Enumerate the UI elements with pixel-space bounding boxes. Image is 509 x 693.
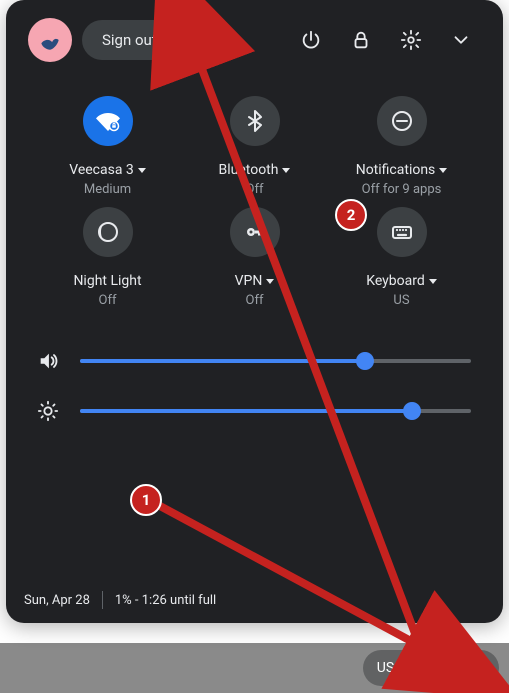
battery-charging-tray-icon	[426, 660, 442, 676]
volume-icon	[37, 350, 59, 372]
volume-button[interactable]	[34, 347, 62, 375]
brightness-slider-fill	[80, 409, 412, 413]
tile-nightlight-sub: Off	[99, 293, 117, 308]
sign-out-button[interactable]: Sign out	[82, 20, 177, 60]
bluetooth-icon-circle	[230, 96, 280, 146]
wifi-icon	[96, 109, 120, 133]
tile-night-light[interactable]: Night Light Off	[34, 207, 181, 308]
tile-bluetooth[interactable]: Bluetooth Off	[181, 96, 328, 197]
lock-icon	[350, 29, 372, 51]
volume-slider-row	[34, 336, 471, 386]
sign-out-label: Sign out	[102, 31, 157, 49]
status-battery: 1% - 1:26 until full	[115, 593, 216, 608]
tile-vpn[interactable]: VPN Off	[181, 207, 328, 308]
system-tray[interactable]: US 09:38	[363, 650, 499, 686]
brightness-icon	[37, 400, 59, 422]
tile-vpn-sub: Off	[246, 293, 264, 308]
annotation-marker-1: 1	[130, 484, 162, 516]
avatar[interactable]	[28, 18, 72, 62]
tile-wifi[interactable]: Veecasa 3 Medium	[34, 96, 181, 197]
status-date: Sun, Apr 28	[24, 593, 90, 608]
caret-icon	[266, 279, 274, 284]
keyboard-icon	[390, 220, 414, 244]
volume-slider-thumb[interactable]	[356, 352, 374, 370]
caret-icon	[138, 168, 146, 173]
annotation-marker-2: 2	[335, 199, 367, 231]
chevron-down-icon	[450, 29, 472, 51]
tile-keyboard-sub: US	[393, 293, 409, 308]
do-not-disturb-icon	[390, 109, 414, 133]
tray-clock: 09:38	[450, 660, 485, 676]
vpn-icon-circle	[230, 207, 280, 257]
brightness-slider-row	[34, 386, 471, 436]
brightness-button[interactable]	[34, 397, 62, 425]
tile-wifi-sub: Medium	[84, 182, 131, 197]
collapse-button[interactable]	[441, 20, 481, 60]
night-light-icon-circle	[83, 207, 133, 257]
keyboard-icon-circle	[377, 207, 427, 257]
avatar-image-icon	[37, 27, 63, 53]
vpn-key-icon	[243, 220, 267, 244]
power-button[interactable]	[291, 20, 331, 60]
brightness-slider-thumb[interactable]	[403, 402, 421, 420]
tile-nightlight-label: Night Light	[73, 273, 141, 289]
caret-icon	[429, 279, 437, 284]
panel-status-bar: Sun, Apr 28 1% - 1:26 until full	[24, 591, 216, 609]
tile-wifi-label: Veecasa 3	[69, 162, 134, 178]
tray-ime: US	[377, 660, 394, 676]
moon-icon	[96, 220, 120, 244]
caret-icon	[282, 168, 290, 173]
quick-settings-panel: Sign out Veecasa 3 Mediu	[6, 0, 503, 623]
tile-bluetooth-label: Bluetooth	[219, 162, 279, 178]
tile-keyboard-label: Keyboard	[366, 273, 425, 289]
settings-button[interactable]	[391, 20, 431, 60]
notifications-icon-circle	[377, 96, 427, 146]
gear-icon	[400, 29, 422, 51]
tile-bluetooth-sub: Off	[246, 182, 264, 197]
bluetooth-icon	[243, 109, 267, 133]
volume-slider-fill	[80, 359, 365, 363]
tile-notifications-sub: Off for 9 apps	[362, 182, 442, 197]
power-icon	[300, 29, 322, 51]
tile-notifications[interactable]: Notifications Off for 9 apps	[328, 96, 475, 197]
status-divider	[102, 591, 103, 609]
wifi-tray-icon	[402, 660, 418, 676]
wifi-icon-circle	[83, 96, 133, 146]
caret-icon	[439, 168, 447, 173]
volume-slider[interactable]	[80, 359, 471, 363]
tile-notifications-label: Notifications	[356, 162, 436, 178]
brightness-slider[interactable]	[80, 409, 471, 413]
tile-vpn-label: VPN	[235, 273, 263, 289]
lock-button[interactable]	[341, 20, 381, 60]
